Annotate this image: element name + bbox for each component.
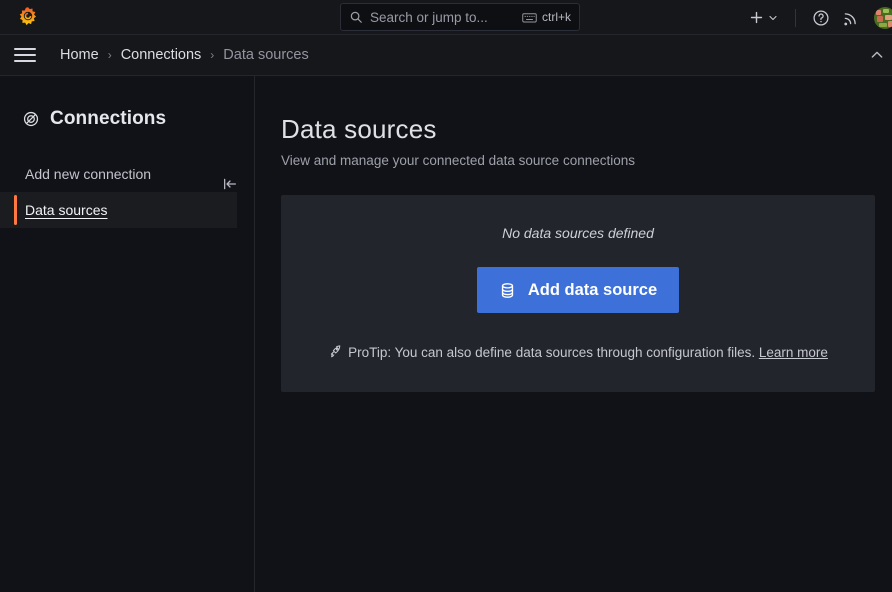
page-subtitle: View and manage your connected data sour… <box>281 153 635 168</box>
page-body: Connections Add new connection Data sour… <box>0 76 892 592</box>
breadcrumb-item-connections[interactable]: Connections <box>121 47 202 63</box>
protip-text: ProTip: You can also define data sources… <box>318 342 838 364</box>
plus-icon <box>750 11 763 24</box>
breadcrumb-bar: Home › Connections › Data sources <box>0 35 892 76</box>
page-title: Data sources <box>281 114 437 144</box>
empty-state-message: No data sources defined <box>502 225 654 241</box>
breadcrumb-item-data-sources: Data sources <box>223 47 309 63</box>
user-avatar[interactable] <box>874 6 892 29</box>
grafana-app: Search or jump to... ctrl+k Home › Conne… <box>0 0 892 592</box>
new-item-button[interactable] <box>738 0 785 35</box>
hamburger-menu-icon[interactable] <box>12 42 38 68</box>
rss-feed-icon <box>844 12 856 25</box>
help-circle-icon <box>813 9 829 26</box>
keyboard-icon <box>522 12 537 22</box>
side-pane-title-text: Connections <box>50 108 167 129</box>
protip-message: ProTip: You can also define data sources… <box>348 345 756 360</box>
add-data-source-button[interactable]: Add data source <box>476 267 680 313</box>
connections-icon <box>23 111 39 127</box>
breadcrumb-separator: › <box>210 48 215 62</box>
database-icon <box>501 282 513 298</box>
chevron-down-icon <box>769 15 777 20</box>
rocket-icon <box>330 345 341 358</box>
toggle-mega-menu-button[interactable] <box>864 42 890 68</box>
breadcrumb-item-home[interactable]: Home <box>60 47 99 63</box>
top-navigation-bar: Search or jump to... ctrl+k <box>0 0 892 35</box>
search-icon <box>350 11 362 23</box>
grafana-logo[interactable] <box>0 6 56 28</box>
grafana-logo-icon <box>19 7 37 26</box>
side-pane-title: Connections <box>0 76 254 130</box>
sidebar-item-add-new-connection[interactable]: Add new connection <box>0 156 237 192</box>
learn-more-link[interactable]: Learn more <box>759 345 828 360</box>
empty-state-card: No data sources defined Add data source <box>281 195 875 392</box>
side-pane-nav: Add new connection Data sources <box>0 156 254 228</box>
chevron-up-icon <box>871 51 883 58</box>
search-shortcut-text: ctrl+k <box>541 10 571 24</box>
breadcrumb-separator: › <box>107 48 112 62</box>
add-data-source-label: Add data source <box>527 280 658 299</box>
search-placeholder-text: Search or jump to... <box>370 9 488 25</box>
topbar-divider <box>795 8 796 27</box>
main-content: Data sources View and manage your connec… <box>255 76 892 592</box>
breadcrumb: Home › Connections › Data sources <box>60 47 309 63</box>
search-shortcut: ctrl+k <box>522 10 571 24</box>
sidebar-item-label: Data sources <box>25 202 108 218</box>
sidebar-item-data-sources[interactable]: Data sources <box>0 192 237 228</box>
news-button[interactable] <box>836 0 866 35</box>
connections-side-pane: Connections Add new connection Data sour… <box>0 76 255 592</box>
search-input[interactable]: Search or jump to... ctrl+k <box>340 3 580 31</box>
sidebar-item-label: Add new connection <box>25 166 152 182</box>
topbar-actions <box>738 0 892 35</box>
help-button[interactable] <box>806 0 836 35</box>
